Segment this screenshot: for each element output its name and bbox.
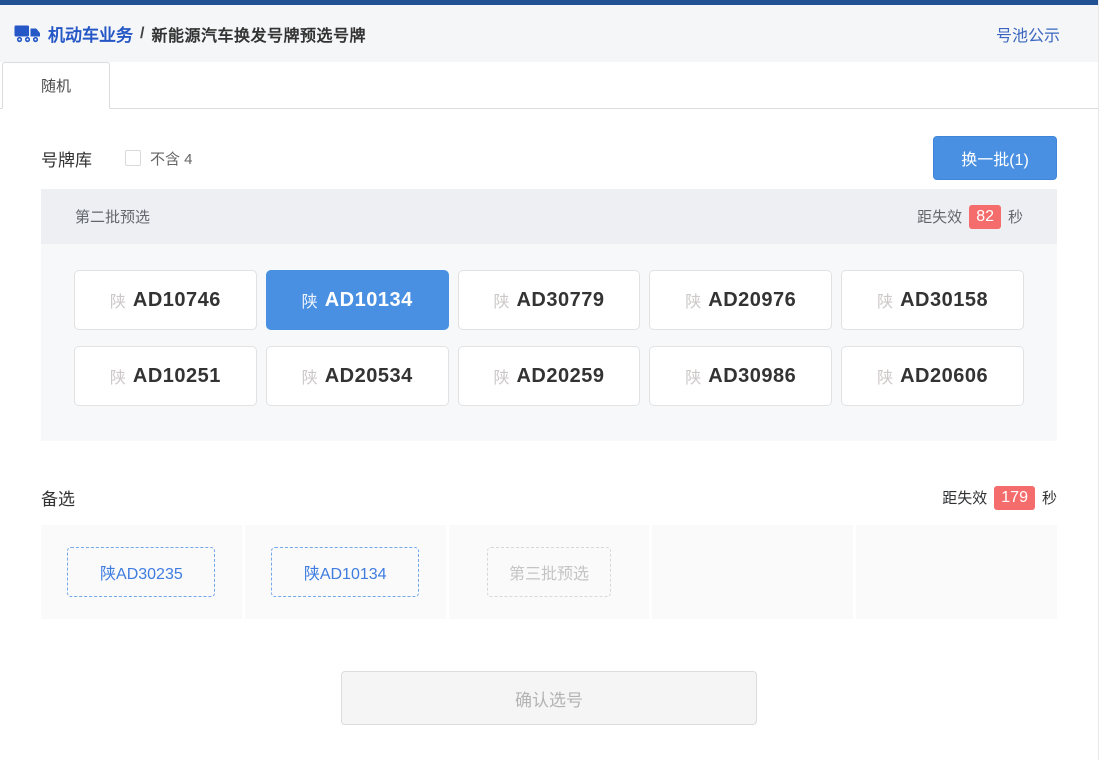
plate-number: AD30779: [516, 288, 605, 311]
alternatives-section: 备选 距失效 179 秒 陕AD30235 陕AD10134 第三批预选: [41, 485, 1057, 619]
plate-option[interactable]: 陕 AD10134: [265, 270, 449, 330]
plate-province: 陕: [493, 294, 510, 311]
plate-option[interactable]: 陕 AD20976: [649, 270, 833, 330]
alternative-plate[interactable]: 陕AD30235: [67, 547, 216, 597]
placeholder-batch: 第三批预选: [486, 547, 611, 597]
plate-number: AD20259: [516, 364, 605, 387]
alternatives-strip: 陕AD30235 陕AD10134 第三批预选: [41, 525, 1057, 619]
plate-number: AD30986: [708, 364, 797, 387]
alternatives-header: 备选 距失效 179 秒: [41, 485, 1057, 510]
tab-bar: 随机: [0, 62, 1098, 109]
breadcrumb-separator: /: [140, 24, 145, 42]
main-content: 号牌库 不含 4 换一批(1) 第二批预选 距失效 82 秒 陕 AD10746…: [0, 136, 1098, 725]
plate-number: AD30158: [900, 288, 989, 311]
alternatives-title: 备选: [41, 490, 75, 509]
plate-province: 陕: [493, 370, 510, 387]
alternative-cell: 陕AD30235: [41, 525, 242, 619]
expire-seconds-badge: 179: [994, 485, 1035, 510]
plate-option[interactable]: 陕 AD10746: [74, 270, 257, 330]
alternatives-expire-countdown: 距失效 179 秒: [942, 485, 1057, 510]
plate-province: 陕: [109, 294, 126, 311]
tab-random[interactable]: 随机: [2, 62, 110, 109]
plate-province: 陕: [877, 294, 894, 311]
plate-option[interactable]: 陕 AD20259: [457, 346, 641, 406]
plate-option[interactable]: 陕 AD30158: [841, 270, 1024, 330]
alternative-cell: 陕AD10134: [244, 525, 446, 619]
plate-number: AD10251: [132, 364, 221, 387]
pool-notice-link[interactable]: 号池公示: [996, 22, 1060, 46]
alternative-cell: [652, 525, 854, 619]
truck-icon: [14, 23, 41, 44]
exclude-4-checkbox[interactable]: [125, 150, 141, 166]
batch-expire-countdown: 距失效 82 秒: [917, 204, 1023, 229]
plate-number: AD20534: [324, 364, 413, 387]
expire-suffix: 秒: [1007, 209, 1023, 226]
plate-province: 陕: [685, 370, 702, 387]
plate-province: 陕: [685, 294, 702, 311]
page-header: 机动车业务 / 新能源汽车换发号牌预选号牌 号池公示: [0, 5, 1098, 62]
exclude-4-label[interactable]: 不含 4: [150, 148, 193, 169]
plate-grid: 陕 AD10746 陕 AD10134 陕 AD30779 陕 AD20976 …: [41, 244, 1057, 441]
expire-suffix: 秒: [1041, 490, 1057, 507]
plate-province: 陕: [877, 370, 894, 387]
refresh-batch-button[interactable]: 换一批(1): [933, 136, 1057, 180]
plate-option[interactable]: 陕 AD30779: [457, 270, 641, 330]
expire-prefix: 距失效: [942, 490, 988, 507]
plate-province: 陕: [301, 294, 318, 311]
batch-title: 第二批预选: [75, 209, 151, 226]
plate-province: 陕: [109, 370, 126, 387]
plate-option[interactable]: 陕 AD10251: [74, 346, 257, 406]
batch-header: 第二批预选 距失效 82 秒: [41, 189, 1057, 244]
plate-option[interactable]: 陕 AD20606: [841, 346, 1024, 406]
alternative-cell: 第三批预选: [448, 525, 650, 619]
plate-number: AD20976: [708, 288, 797, 311]
breadcrumb-root[interactable]: 机动车业务: [48, 21, 133, 46]
plate-number: AD10746: [132, 288, 221, 311]
alternative-cell: [856, 525, 1057, 619]
plate-library-label: 号牌库: [41, 150, 92, 170]
plate-option[interactable]: 陕 AD20534: [265, 346, 449, 406]
plate-option[interactable]: 陕 AD30986: [649, 346, 833, 406]
toolbar: 号牌库 不含 4 换一批(1): [41, 136, 1057, 180]
page-title: 新能源汽车换发号牌预选号牌: [151, 27, 366, 45]
expire-prefix: 距失效: [917, 209, 963, 226]
plate-province: 陕: [301, 370, 318, 387]
expire-seconds-badge: 82: [969, 204, 1001, 229]
plate-number: AD10134: [324, 288, 413, 311]
batch-section: 第二批预选 距失效 82 秒 陕 AD10746 陕 AD10134 陕 AD3…: [41, 189, 1057, 441]
alternative-plate[interactable]: 陕AD10134: [271, 547, 420, 597]
plate-number: AD20606: [900, 364, 989, 387]
confirm-selection-button[interactable]: 确认选号: [341, 671, 757, 725]
